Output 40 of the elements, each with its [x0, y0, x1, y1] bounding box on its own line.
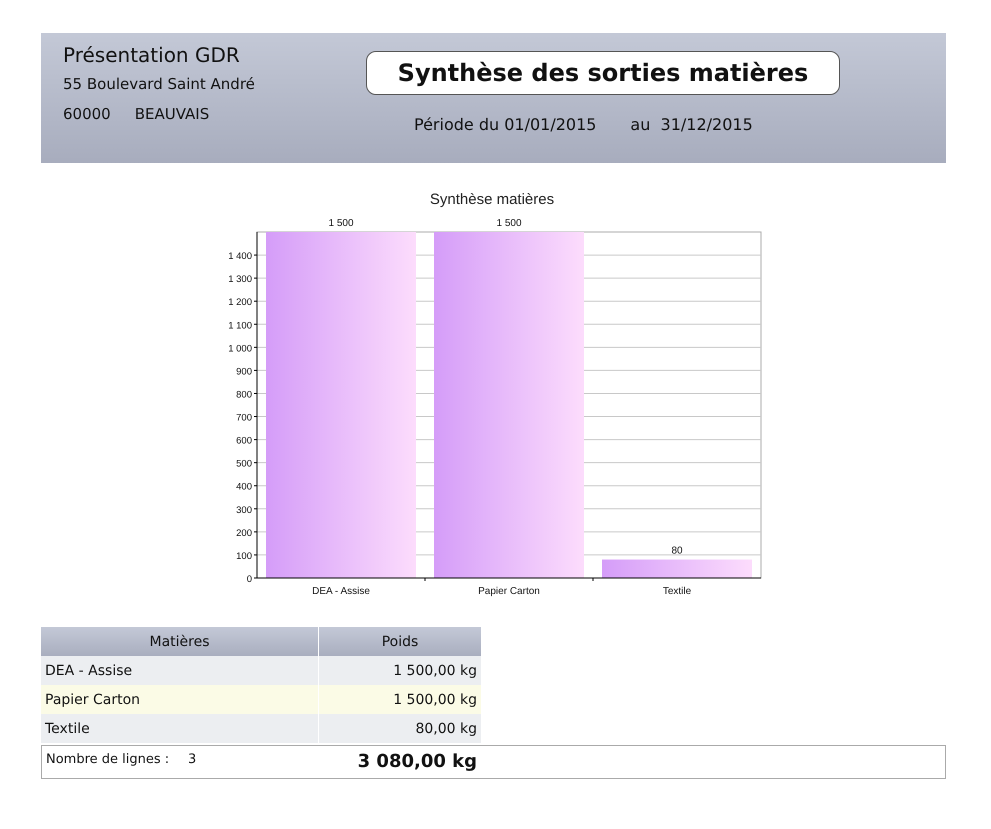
- y-tick-label: 1 200: [228, 297, 252, 308]
- postcode: 60000: [63, 105, 111, 123]
- report-title: Synthèse des sorties matières: [366, 51, 840, 95]
- table-cell: 1 500,00 kg: [318, 656, 481, 685]
- company-name: Présentation GDR: [63, 43, 241, 67]
- table-cell: 80,00 kg: [318, 714, 481, 743]
- y-tick-label: 100: [236, 550, 252, 562]
- period-end: au 31/12/2015: [630, 115, 753, 134]
- table-cell: Papier Carton: [41, 685, 318, 714]
- category-label: Textile: [662, 586, 692, 597]
- period-start: Période du 01/01/2015: [414, 115, 596, 134]
- total-weight: 3 080,00 kg: [358, 751, 477, 772]
- row-count: 3: [188, 752, 196, 767]
- column-header: Poids: [318, 627, 481, 656]
- y-tick-label: 1 100: [228, 320, 252, 332]
- table-cell: Textile: [41, 714, 318, 743]
- y-tick-label: 800: [236, 389, 252, 400]
- y-tick-label: 1 400: [228, 251, 252, 262]
- category-label: Papier Carton: [478, 586, 540, 597]
- column-header: Matières: [41, 627, 318, 656]
- y-tick-label: 600: [236, 436, 252, 447]
- city: BEAUVAIS: [134, 105, 210, 123]
- table-cell: DEA - Assise: [41, 656, 318, 685]
- y-tick-label: 1 300: [228, 274, 252, 286]
- row-count-label: Nombre de lignes :: [46, 752, 170, 767]
- category-label: DEA - Assise: [312, 586, 370, 597]
- chart-title: Synthèse matières: [430, 191, 554, 208]
- y-tick-label: 300: [236, 504, 252, 516]
- y-tick-label: 0: [246, 574, 252, 585]
- y-tick-label: 900: [236, 366, 252, 378]
- y-tick-label: 200: [236, 528, 252, 539]
- value-label: 1 500: [496, 218, 522, 229]
- street-address: 55 Boulevard Saint André: [63, 75, 255, 93]
- value-label: 1 500: [328, 218, 354, 229]
- y-tick-label: 1 000: [228, 343, 252, 354]
- table-cell: 1 500,00 kg: [318, 685, 481, 714]
- value-label: 80: [671, 546, 683, 557]
- y-tick-label: 500: [236, 458, 252, 470]
- y-tick-label: 700: [236, 412, 252, 424]
- y-tick-label: 400: [236, 482, 252, 493]
